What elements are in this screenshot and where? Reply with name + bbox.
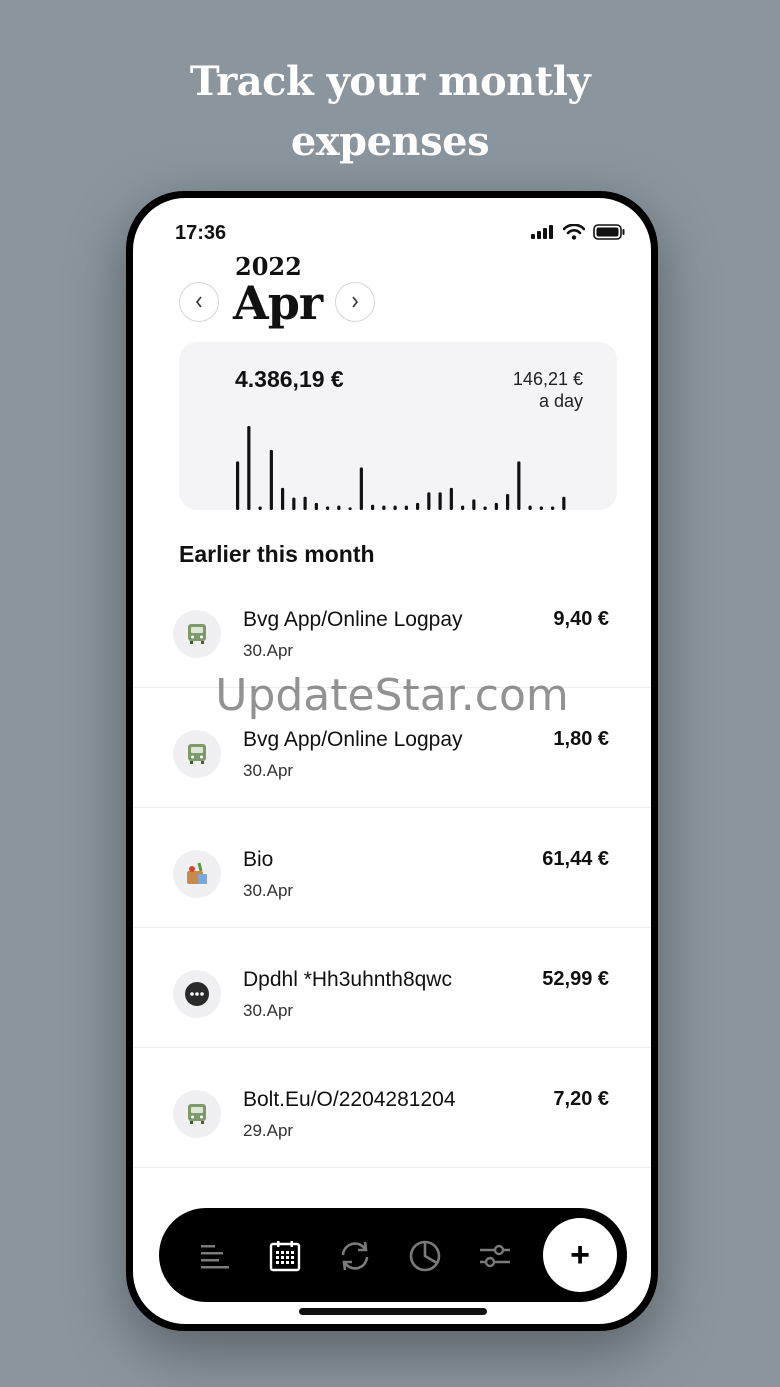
chart-bar (494, 502, 498, 510)
chart-bar (326, 506, 330, 510)
transaction-date: 30.Apr (243, 641, 294, 660)
chart-bar (258, 506, 262, 510)
chart-bar (472, 499, 476, 510)
chart-bar (247, 426, 251, 510)
category-badge (173, 730, 221, 778)
transaction-amount: 61,44 € (542, 848, 609, 870)
pie-chart-icon (409, 1240, 441, 1272)
chart-bar (348, 507, 352, 510)
battery-icon (593, 224, 625, 240)
daily-average-label: a day (538, 391, 583, 411)
transaction-date: 30.Apr (243, 881, 294, 900)
add-expense-button[interactable]: + (543, 1218, 617, 1292)
cellular-signal-icon (531, 225, 553, 239)
status-time: 17:36 (175, 222, 227, 244)
chart-bar (314, 502, 318, 510)
tab-statistics[interactable] (405, 1236, 445, 1276)
chevron-right-icon (352, 296, 359, 308)
transaction-name: Bvg App/Online Logpay (243, 608, 463, 631)
transaction-amount: 9,40 € (553, 608, 609, 630)
chart-bar (382, 505, 386, 510)
transaction-date: 29.Apr (243, 1121, 294, 1140)
chart-bar (449, 487, 453, 510)
chart-bar (359, 467, 363, 510)
sliders-icon (480, 1244, 510, 1268)
transaction-date: 30.Apr (243, 761, 294, 780)
chart-bar (303, 496, 307, 510)
wifi-icon (563, 224, 585, 240)
chart-bar (337, 505, 341, 510)
groceries-icon (184, 861, 210, 887)
chart-bar (292, 497, 296, 510)
monthly-summary-card[interactable]: 4.386,19 € 146,21 € a day (179, 342, 617, 510)
chart-bar (281, 487, 285, 510)
transaction-row[interactable]: Dpdhl *Hh3uhnth8qwc 30.Apr 52,99 € (133, 928, 651, 1048)
bus-icon (185, 1102, 209, 1126)
chart-bar (416, 502, 420, 510)
chart-bar (393, 505, 397, 510)
bottom-tab-bar: + (159, 1208, 627, 1302)
bus-icon (185, 622, 209, 646)
transaction-list: Bvg App/Online Logpay 30.Apr 9,40 € Bvg App… (133, 568, 651, 1168)
transaction-name: Dpdhl *Hh3uhnth8qwc (243, 968, 452, 991)
transaction-name: Bolt.Eu/O/2204281204 (243, 1088, 456, 1111)
chart-bar (562, 496, 566, 510)
chart-bar (517, 461, 521, 510)
app-screen: 17:36 2022 Apr 4.386,19 € 146,21 € a day… (133, 198, 651, 1324)
transaction-amount: 7,20 € (553, 1088, 609, 1110)
chart-bar (404, 505, 408, 510)
transaction-row[interactable]: Bolt.Eu/O/2204281204 29.Apr 7,20 € (133, 1048, 651, 1168)
section-title: Earlier this month (179, 541, 375, 567)
more-icon (184, 981, 210, 1007)
phone-frame: 17:36 2022 Apr 4.386,19 € 146,21 € a day… (126, 191, 658, 1331)
transaction-date: 30.Apr (243, 1001, 294, 1020)
calendar-icon (269, 1241, 301, 1272)
tab-settings[interactable] (475, 1236, 515, 1276)
transaction-name: Bvg App/Online Logpay (243, 728, 463, 751)
category-badge (173, 610, 221, 658)
promo-headline: Track your montly expenses (0, 52, 780, 172)
transaction-name: Bio (243, 848, 274, 871)
daily-average: 146,21 € a day (513, 368, 583, 412)
chart-bar (236, 461, 240, 510)
chart-bar (461, 505, 465, 510)
list-icon (201, 1245, 229, 1269)
chart-bar (438, 492, 442, 510)
next-month-button[interactable] (335, 282, 375, 322)
chevron-left-icon (195, 296, 202, 308)
status-icons (531, 224, 625, 240)
tab-calendar[interactable] (265, 1236, 305, 1276)
chart-bar (371, 504, 375, 510)
promo-line-2: expenses (290, 118, 490, 165)
promo-line-1: Track your montly (189, 58, 591, 105)
tab-list[interactable] (195, 1236, 235, 1276)
daily-average-value: 146,21 € (512, 369, 583, 389)
transaction-row[interactable]: Bio 30.Apr 61,44 € (133, 808, 651, 928)
monthly-total: 4.386,19 € (235, 366, 344, 392)
chart-bar (427, 492, 431, 510)
transaction-amount: 52,99 € (542, 968, 609, 990)
chart-bar (506, 494, 510, 510)
bus-icon (185, 742, 209, 766)
watermark: UpdateStar.com (215, 670, 569, 721)
category-badge (173, 1090, 221, 1138)
chart-bar (551, 506, 555, 510)
prev-month-button[interactable] (179, 282, 219, 322)
chart-bar (528, 505, 532, 510)
chart-bar (269, 449, 273, 510)
chart-bar (539, 506, 543, 510)
chart-bar (483, 506, 487, 510)
transaction-amount: 1,80 € (553, 728, 609, 750)
category-badge (173, 850, 221, 898)
refresh-icon (341, 1241, 369, 1271)
home-indicator (299, 1308, 487, 1315)
category-badge (173, 970, 221, 1018)
tab-recurring[interactable] (335, 1236, 375, 1276)
plus-icon: + (570, 1235, 590, 1274)
month-label: Apr (233, 276, 323, 330)
